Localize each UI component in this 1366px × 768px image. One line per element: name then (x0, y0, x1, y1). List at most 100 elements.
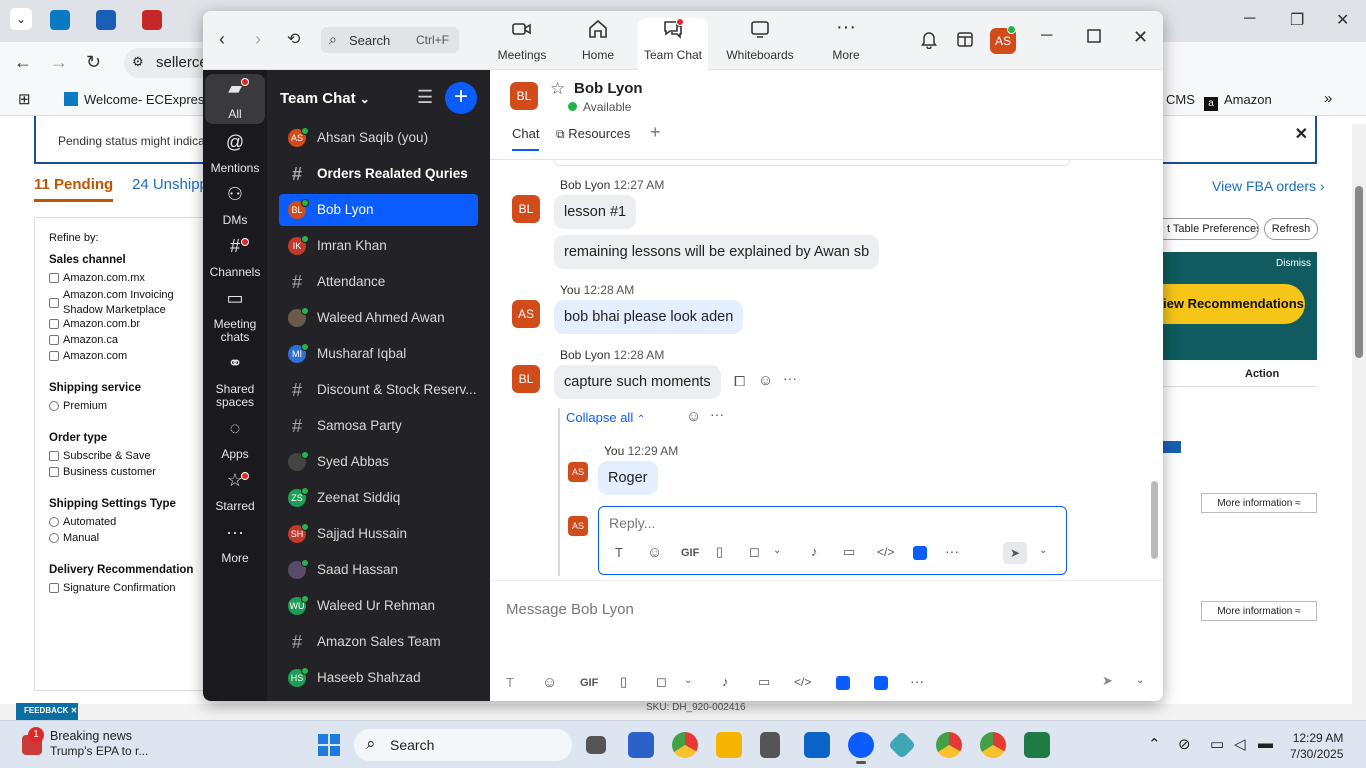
code-snippet-icon[interactable]: </> (877, 545, 894, 559)
app-tab-icon[interactable] (96, 10, 116, 30)
forward-icon[interactable]: → (50, 52, 68, 73)
message-bubble[interactable]: bob bhai please look aden (554, 300, 744, 334)
ecexpress-tab-icon[interactable] (50, 10, 70, 30)
minimize-icon[interactable]: ─ (1041, 27, 1052, 45)
file-explorer-icon[interactable] (716, 732, 742, 758)
reply-thread-icon[interactable]: ⧠ (734, 373, 745, 390)
team-chat-dropdown[interactable]: Team Chat ⌄ (280, 90, 370, 107)
excel-icon[interactable] (1024, 732, 1050, 758)
close-banner-icon[interactable]: ✕ (1295, 124, 1308, 144)
history-icon[interactable]: ⟲ (287, 29, 300, 49)
chat-list-item[interactable]: Syed Abbas (279, 446, 478, 478)
chat-list-item[interactable]: WU Waleed Ur Rehman (279, 590, 478, 622)
back-nav-icon[interactable]: ‹ (219, 29, 225, 50)
checkbox[interactable] (49, 335, 59, 345)
filter-option[interactable]: Amazon.com (49, 350, 204, 362)
checkbox[interactable] (49, 319, 59, 329)
filter-option[interactable]: Amazon.com.br (49, 318, 204, 330)
chat-list-item[interactable]: IK Imran Khan (279, 230, 478, 262)
taskbar-clock[interactable]: 12:29 AM 7/30/2025 (1290, 730, 1343, 762)
task-view-icon[interactable] (586, 736, 606, 754)
tab-meetings[interactable]: Meetings (487, 18, 557, 62)
more-information-button[interactable]: More information ≈ (1201, 601, 1317, 621)
checkbox[interactable] (49, 298, 59, 308)
bookmark-amazon[interactable]: a Amazon (1204, 92, 1272, 111)
site-info-icon[interactable]: ⚙ (132, 54, 144, 70)
bob-lyon-avatar[interactable]: BL (510, 82, 538, 110)
nav-all[interactable]: ▰ All (205, 74, 265, 124)
gif-icon[interactable]: GIF (681, 547, 699, 559)
news-widget[interactable]: 1 Breaking news Trump's EPA to r... (22, 727, 148, 759)
reply-bubble[interactable]: Roger (598, 461, 658, 495)
format-text-icon[interactable]: T (615, 545, 623, 560)
chat-list-item[interactable]: ZS Zeenat Siddiq (279, 482, 478, 514)
filter-option[interactable]: Signature Confirmation (49, 582, 204, 594)
nav-dms[interactable]: ⚇ DMs (205, 185, 265, 227)
tab-home[interactable]: Home (563, 18, 633, 62)
emoji-icon[interactable]: ☺ (647, 544, 662, 561)
chat-list-item[interactable]: # Discount & Stock Reserv... (279, 374, 478, 406)
nav-channels[interactable]: # Channels (205, 237, 265, 279)
file-icon[interactable]: ▯ (620, 674, 627, 690)
battery-icon[interactable]: ▬ (1258, 735, 1273, 752)
video-message-icon[interactable]: ▭ (758, 674, 770, 690)
checkbox[interactable] (49, 351, 59, 361)
chrome-profile2-icon[interactable] (980, 732, 1006, 758)
chat-list-item[interactable]: Saad Hassan (279, 554, 478, 586)
message-bubble[interactable]: lesson #1 (554, 195, 637, 229)
view-recommendations-button[interactable]: iew Recommendations (1163, 284, 1305, 324)
send-options-icon[interactable]: ⌄ (1039, 545, 1047, 556)
filter-option[interactable]: Automated (49, 516, 204, 528)
filter-icon[interactable]: ☰ (417, 87, 433, 108)
microphone-icon[interactable]: ♪ (811, 544, 818, 559)
nav-mentions[interactable]: @ Mentions (205, 133, 265, 175)
chat-list-item[interactable]: SH Sajjad Hussain (279, 518, 478, 550)
reload-icon[interactable]: ↻ (86, 52, 101, 73)
filter-option[interactable]: Manual (49, 532, 204, 544)
zoom-taskbar-icon[interactable] (848, 732, 874, 764)
message-input[interactable]: Message Bob Lyon (506, 601, 634, 618)
chat-list-item[interactable]: # Amazon Sales Team (279, 626, 478, 658)
whiteboard-app-icon[interactable] (874, 676, 888, 690)
chat-list-item[interactable]: # Samosa Party (279, 410, 478, 442)
thread-more-icon[interactable]: ··· (710, 406, 724, 422)
dwh-tab-icon[interactable] (142, 10, 162, 30)
apps-grid-icon[interactable]: ⊞ (18, 90, 31, 108)
filter-option[interactable]: Premium (49, 400, 204, 412)
filter-option[interactable]: Amazon.ca (49, 334, 204, 346)
close-icon[interactable]: ✕ (1133, 27, 1148, 48)
nav-starred[interactable]: ☆ Starred (205, 471, 265, 513)
forward-nav-icon[interactable]: › (255, 29, 261, 50)
calendar-app-icon[interactable] (955, 29, 975, 54)
tab-resources[interactable]: ⧉ Resources (556, 126, 630, 142)
tab-list-button[interactable]: ⌄ (10, 8, 32, 30)
calculator-icon[interactable] (760, 732, 780, 758)
tab-pending[interactable]: 11 Pending (34, 176, 114, 202)
new-chat-button[interactable]: + (445, 82, 477, 114)
browser-minimize-icon[interactable]: ─ (1244, 10, 1255, 28)
tab-whiteboards[interactable]: Whiteboards (725, 18, 795, 62)
network-off-icon[interactable]: ⊘ (1178, 735, 1191, 753)
format-text-icon[interactable]: T (506, 675, 514, 690)
sender-avatar[interactable]: BL (512, 365, 540, 393)
chevron-down-icon[interactable]: ⌄ (773, 545, 781, 556)
thread-reaction-icon[interactable]: ☺ (686, 408, 701, 425)
more-tools-icon[interactable]: ··· (945, 543, 959, 559)
chat-list-item[interactable]: HS Haseeb Shahzad (279, 662, 478, 694)
checkbox[interactable] (49, 583, 59, 593)
tab-team-chat[interactable]: Team Chat (638, 18, 708, 70)
page-scroll-thumb[interactable] (1355, 186, 1363, 358)
chrome-icon[interactable] (672, 732, 698, 758)
app-taskbar-icon[interactable] (887, 730, 917, 760)
bookmark-cms[interactable]: CMS (1166, 92, 1195, 107)
dismiss-link[interactable]: Dismiss (1276, 258, 1311, 269)
taskbar-search[interactable]: ⌕ Search (354, 729, 572, 761)
store-icon[interactable] (628, 732, 654, 758)
sender-avatar[interactable]: BL (512, 195, 540, 223)
send-icon[interactable]: ➤ (1003, 542, 1027, 564)
sender-avatar[interactable]: AS (512, 300, 540, 328)
add-reaction-icon[interactable]: ☺ (758, 372, 773, 389)
chat-list-item[interactable]: AS Ahsan Saqib (you) (279, 122, 478, 154)
message-bubble[interactable]: capture such moments (554, 365, 721, 399)
file-icon[interactable]: ▯ (716, 544, 723, 560)
